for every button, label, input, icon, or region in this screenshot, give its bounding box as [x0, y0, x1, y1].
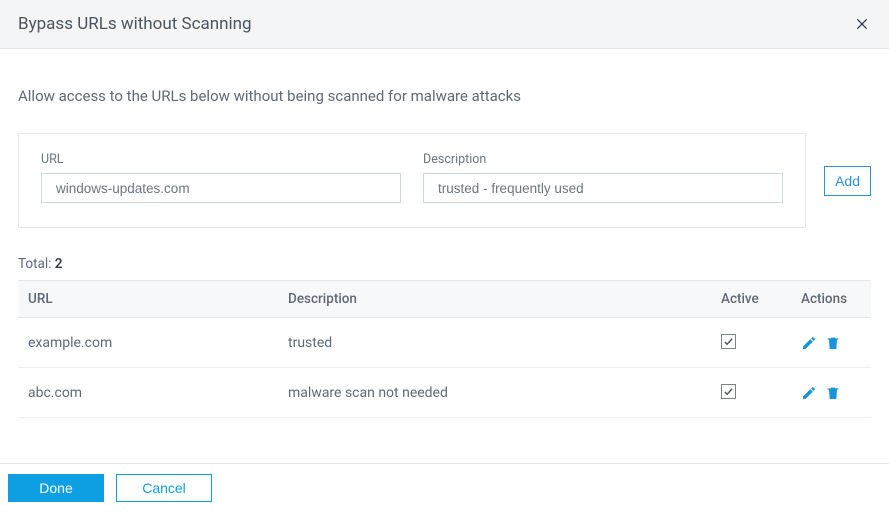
cell-active [711, 318, 791, 368]
modal-body: Allow access to the URLs below without b… [0, 49, 889, 436]
cell-description: trusted [278, 318, 711, 368]
active-checkbox[interactable] [721, 334, 736, 349]
cell-url: abc.com [18, 368, 278, 418]
cell-actions [791, 368, 871, 418]
total-count: 2 [55, 256, 63, 272]
input-card: URL Description [18, 133, 806, 228]
col-url: URL [18, 281, 278, 318]
total-line: Total: 2 [18, 256, 871, 272]
table-row: abc.com malware scan not needed [18, 368, 871, 418]
edit-icon[interactable] [801, 385, 817, 401]
cell-description: malware scan not needed [278, 368, 711, 418]
modal-header: Bypass URLs without Scanning [0, 0, 889, 49]
modal-footer: Done Cancel [0, 463, 889, 512]
bypass-table: URL Description Active Actions example.c… [18, 280, 871, 418]
delete-icon[interactable] [825, 385, 841, 401]
col-description: Description [278, 281, 711, 318]
col-actions: Actions [791, 281, 871, 318]
table-row: example.com trusted [18, 318, 871, 368]
total-prefix: Total: [18, 256, 55, 272]
description-field: Description [423, 152, 783, 203]
add-row: URL Description Add [18, 133, 871, 228]
url-label: URL [41, 152, 401, 167]
description-input[interactable] [423, 173, 783, 203]
description-label: Description [423, 152, 783, 167]
cell-url: example.com [18, 318, 278, 368]
add-button[interactable]: Add [824, 166, 871, 196]
cancel-button[interactable]: Cancel [116, 474, 212, 502]
modal-title: Bypass URLs without Scanning [18, 14, 252, 34]
delete-icon[interactable] [825, 335, 841, 351]
cell-active [711, 368, 791, 418]
active-checkbox[interactable] [721, 384, 736, 399]
done-button[interactable]: Done [8, 474, 104, 502]
helper-text: Allow access to the URLs below without b… [18, 87, 871, 105]
col-active: Active [711, 281, 791, 318]
url-input[interactable] [41, 173, 401, 203]
cell-actions [791, 318, 871, 368]
edit-icon[interactable] [801, 335, 817, 351]
url-field: URL [41, 152, 401, 203]
close-icon[interactable] [853, 15, 871, 33]
